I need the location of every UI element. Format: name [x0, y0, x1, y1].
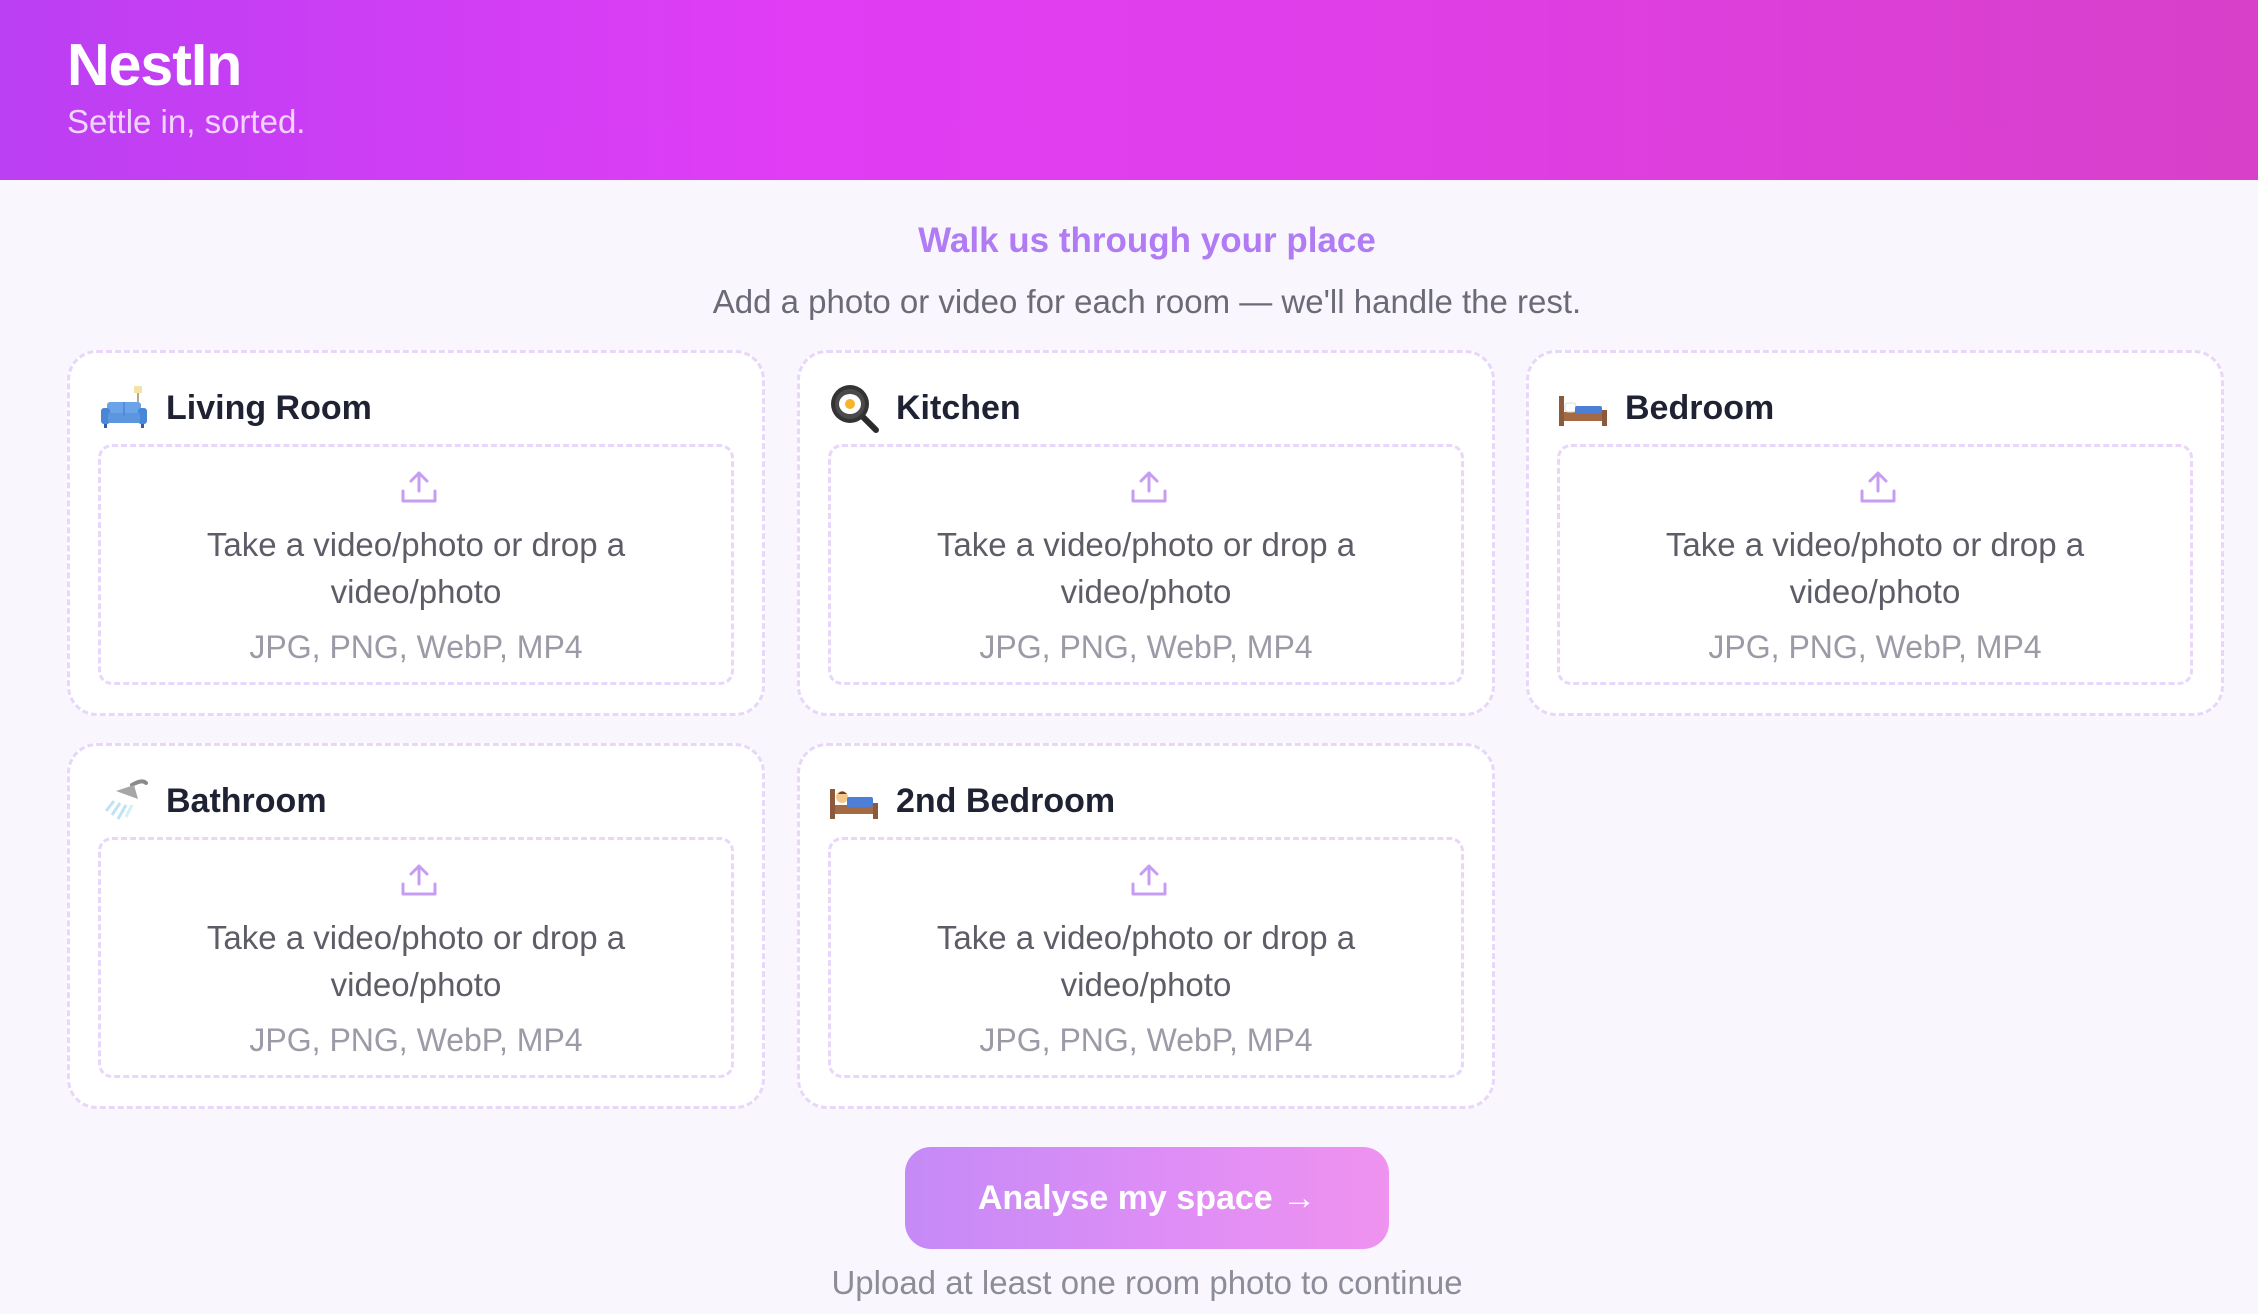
dropzone-instructions: Take a video/photo or drop a video/photo: [206, 526, 626, 610]
room-card-living-room: Living Room Take a video/photo or drop a…: [67, 350, 765, 716]
upload-dropzone[interactable]: Take a video/photo or drop a video/photo…: [1557, 444, 2193, 685]
upload-icon: [1860, 471, 1896, 503]
upload-dropzone[interactable]: Take a video/photo or drop a video/photo…: [828, 444, 1464, 685]
page-title: Walk us through your place: [918, 221, 1376, 260]
accepted-formats: JPG, PNG, WebP, MP4: [979, 1022, 1313, 1058]
room-title: Kitchen: [896, 389, 1021, 427]
room-title: Living Room: [166, 389, 372, 427]
accepted-formats: JPG, PNG, WebP, MP4: [249, 629, 583, 665]
accepted-formats: JPG, PNG, WebP, MP4: [1708, 629, 2042, 665]
room-card-2nd-bedroom: 2nd Bedroom Take a video/photo or drop a…: [797, 743, 1495, 1109]
room-title: Bathroom: [166, 782, 327, 820]
room-card-header: Bathroom: [98, 774, 327, 828]
dropzone-instructions: Take a video/photo or drop a video/photo: [1665, 526, 2085, 610]
analyse-space-button[interactable]: Analyse my space →: [905, 1147, 1389, 1249]
room-card-bathroom: Bathroom Take a video/photo or drop a vi…: [67, 743, 765, 1109]
upload-requirement-hint: Upload at least one room photo to contin…: [831, 1264, 1463, 1301]
bed-icon: [1559, 396, 1607, 426]
room-title: 2nd Bedroom: [896, 782, 1116, 820]
upload-dropzone[interactable]: Take a video/photo or drop a video/photo…: [828, 837, 1464, 1078]
upload-dropzone[interactable]: Take a video/photo or drop a video/photo…: [98, 837, 734, 1078]
page-subtitle: Add a photo or video for each room — we'…: [712, 283, 1582, 320]
upload-icon: [1131, 471, 1167, 503]
upload-icon: [1131, 864, 1167, 896]
sleeping-person-icon: [830, 789, 878, 819]
couch-icon: [101, 386, 147, 428]
room-card-header: 2nd Bedroom: [828, 774, 1115, 828]
room-card-header: Kitchen: [828, 381, 1021, 435]
upload-icon: [401, 864, 437, 896]
brand-tagline: Settle in, sorted.: [67, 103, 306, 140]
accepted-formats: JPG, PNG, WebP, MP4: [979, 629, 1313, 665]
shower-icon: [104, 779, 148, 820]
room-card-bedroom: Bedroom Take a video/photo or drop a vid…: [1526, 350, 2224, 716]
dropzone-instructions: Take a video/photo or drop a video/photo: [936, 526, 1356, 610]
room-card-kitchen: Kitchen Take a video/photo or drop a vid…: [797, 350, 1495, 716]
room-card-header: Bedroom: [1557, 381, 1774, 435]
room-card-header: Living Room: [98, 381, 372, 435]
room-title: Bedroom: [1625, 389, 1775, 427]
accepted-formats: JPG, PNG, WebP, MP4: [249, 1022, 583, 1058]
dropzone-instructions: Take a video/photo or drop a video/photo: [936, 919, 1356, 1003]
upload-icon: [401, 471, 437, 503]
app-header: NestIn Settle in, sorted.: [0, 0, 2258, 180]
dropzone-instructions: Take a video/photo or drop a video/photo: [206, 919, 626, 1003]
brand-logo: NestIn: [67, 32, 242, 98]
upload-dropzone[interactable]: Take a video/photo or drop a video/photo…: [98, 444, 734, 685]
frying-pan-icon: [831, 385, 879, 433]
